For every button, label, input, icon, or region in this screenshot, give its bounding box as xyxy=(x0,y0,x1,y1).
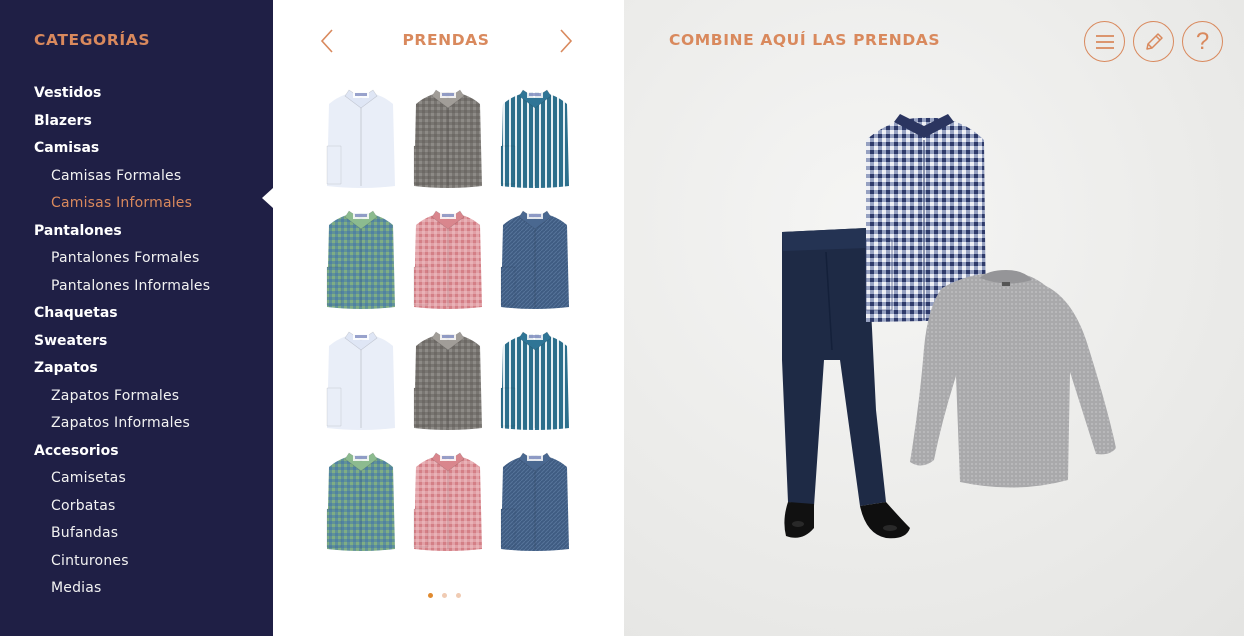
shirt-thumbnail[interactable] xyxy=(323,86,399,192)
chevron-right-icon[interactable] xyxy=(556,28,576,54)
shirt-thumbnail[interactable] xyxy=(497,328,573,434)
question-icon: ? xyxy=(1195,27,1210,55)
category-item[interactable]: Camisas Formales xyxy=(34,165,210,193)
black-shoes[interactable] xyxy=(784,502,910,539)
shirt-thumbnail[interactable] xyxy=(410,86,486,192)
garment-grid xyxy=(323,86,573,555)
shirt-thumbnail[interactable] xyxy=(410,449,486,555)
menu-button[interactable] xyxy=(1084,21,1125,62)
outfit-composition xyxy=(782,114,1116,539)
pagination-dots xyxy=(428,593,461,598)
category-sidebar: CATEGORÍAS Vestidos Blazers Camisas Camisas… xyxy=(0,0,273,636)
category-item[interactable]: Pantalones xyxy=(34,220,210,248)
category-item[interactable]: Zapatos xyxy=(34,357,210,385)
active-category-indicator xyxy=(262,188,273,208)
shirt-thumbnail[interactable] xyxy=(323,449,399,555)
category-item[interactable]: Sweaters xyxy=(34,330,210,358)
shirt-thumbnail[interactable] xyxy=(497,86,573,192)
category-item[interactable]: Chaquetas xyxy=(34,302,210,330)
hamburger-icon xyxy=(1095,34,1114,49)
category-item[interactable]: Blazers xyxy=(34,110,210,138)
outfit-canvas[interactable]: COMBINE AQUÍ LAS PRENDAS ? xyxy=(624,0,1244,636)
category-item[interactable]: Camisas xyxy=(34,137,210,165)
pagination-dot[interactable] xyxy=(428,593,433,598)
pencil-icon xyxy=(1145,32,1163,50)
sidebar-title: CATEGORÍAS xyxy=(34,31,151,49)
pagination-dot[interactable] xyxy=(456,593,461,598)
shirt-thumbnail[interactable] xyxy=(410,207,486,313)
category-item[interactable]: Cinturones xyxy=(34,550,210,578)
category-item[interactable]: Pantalones Informales xyxy=(34,275,210,303)
shirt-thumbnail[interactable] xyxy=(323,207,399,313)
shirt-thumbnail[interactable] xyxy=(497,449,573,555)
shirt-thumbnail[interactable] xyxy=(323,328,399,434)
canvas-title: COMBINE AQUÍ LAS PRENDAS xyxy=(669,31,941,49)
category-item[interactable]: Accesorios xyxy=(34,440,210,468)
category-list: Vestidos Blazers Camisas Camisas Formales Ca… xyxy=(34,82,210,605)
grey-sweater[interactable] xyxy=(910,270,1116,488)
edit-button[interactable] xyxy=(1133,21,1174,62)
category-item[interactable]: Corbatas xyxy=(34,495,210,523)
category-item[interactable]: Vestidos xyxy=(34,82,210,110)
category-item[interactable]: Camisas Informales xyxy=(34,192,210,220)
category-item[interactable]: Camisetas xyxy=(34,467,210,495)
category-item[interactable]: Zapatos Formales xyxy=(34,385,210,413)
category-item[interactable]: Bufandas xyxy=(34,522,210,550)
category-item[interactable]: Medias xyxy=(34,577,210,605)
garments-panel: PRENDAS xyxy=(273,0,624,636)
shirt-thumbnail[interactable] xyxy=(497,207,573,313)
category-item[interactable]: Zapatos Informales xyxy=(34,412,210,440)
category-item[interactable]: Pantalones Formales xyxy=(34,247,210,275)
help-button[interactable]: ? xyxy=(1182,21,1223,62)
shirt-thumbnail[interactable] xyxy=(410,328,486,434)
pagination-dot[interactable] xyxy=(442,593,447,598)
